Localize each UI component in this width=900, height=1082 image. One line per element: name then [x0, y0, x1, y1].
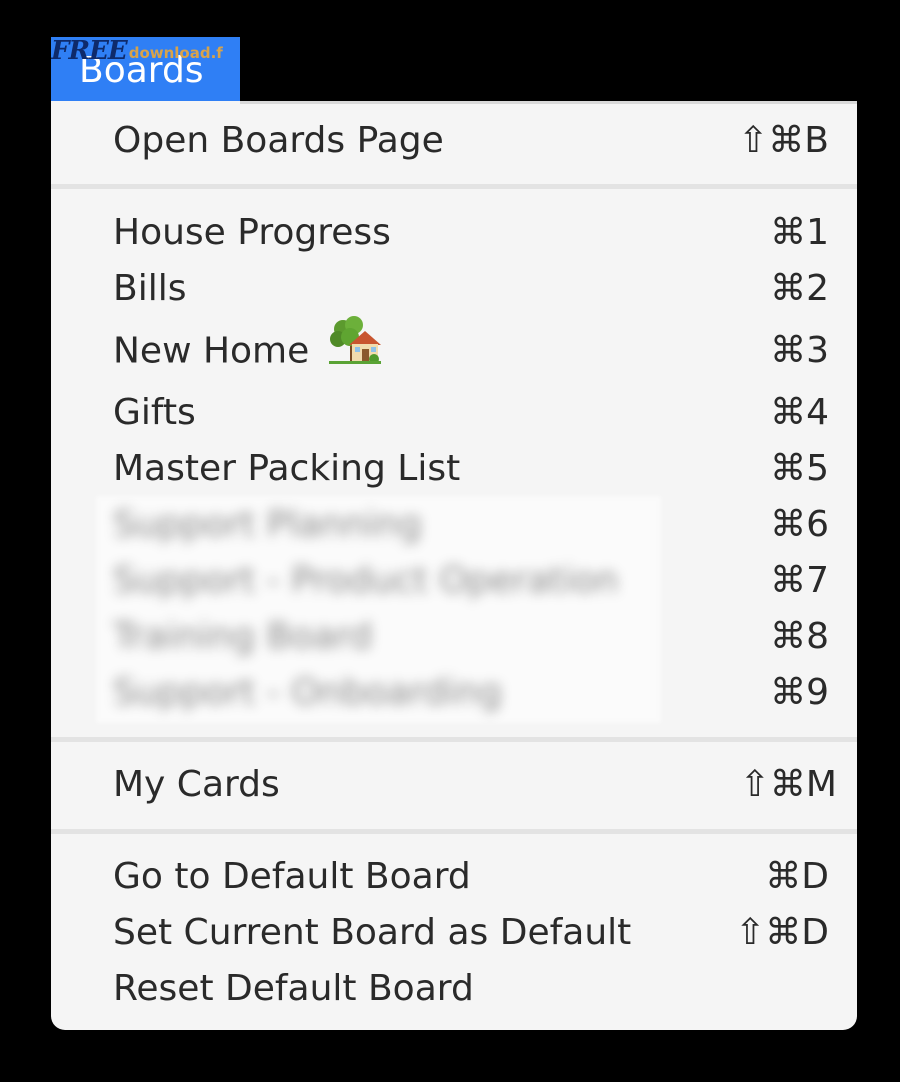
menu-item-reset-default-board[interactable]: Reset Default Board — [51, 961, 857, 1017]
menu-item-open-boards-page[interactable]: Open Boards Page ⇧⌘B — [51, 113, 857, 169]
menu-item-board-8[interactable]: Training Board ⌘8 — [51, 609, 857, 665]
menu-item-label: New Home — [113, 330, 310, 372]
menu-item-label: Go to Default Board — [113, 856, 471, 897]
menu-item-shortcut: ⌘8 — [770, 616, 829, 657]
menu-item-master-packing-list[interactable]: Master Packing List ⌘5 — [51, 441, 857, 497]
menu-item-board-9[interactable]: Support - Onboarding ⌘9 — [51, 665, 857, 721]
menu-item-shortcut: ⌘D — [765, 856, 829, 897]
menu-item-board-7[interactable]: Support - Product Operation ⌘7 — [51, 553, 857, 609]
menu-item-shortcut: ⇧⌘D — [735, 912, 829, 953]
menu-item-bills[interactable]: Bills ⌘2 — [51, 261, 857, 317]
menubar-boards-title[interactable]: Boards — [51, 37, 240, 101]
menu-item-gifts[interactable]: Gifts ⌘4 — [51, 385, 857, 441]
menu-item-label-obscured: Training Board — [113, 616, 373, 657]
menu-item-label: Gifts — [113, 392, 196, 433]
menu-item-set-current-board-as-default[interactable]: Set Current Board as Default ⇧⌘D — [51, 905, 857, 961]
house-with-garden-icon — [328, 315, 381, 382]
menu-item-board-6[interactable]: Support Planning ⌘6 — [51, 497, 857, 553]
menu-separator — [51, 184, 857, 189]
menu-item-house-progress[interactable]: House Progress ⌘1 — [51, 205, 857, 261]
menu-item-label-obscured: Support - Product Operation — [113, 560, 619, 601]
menu-item-label: Set Current Board as Default — [113, 912, 632, 953]
menu-item-label-wrap: New Home — [113, 316, 381, 382]
menu-item-label: Reset Default Board — [113, 968, 474, 1009]
menu-item-shortcut: ⌘3 — [770, 330, 829, 371]
boards-dropdown-menu: Open Boards Page ⇧⌘B House Progress ⌘1 B… — [51, 101, 857, 1030]
menu-item-my-cards[interactable]: My Cards ⇧⌘M — [51, 757, 857, 813]
menu-item-shortcut: ⌘4 — [770, 392, 829, 433]
menu-item-label: Bills — [113, 268, 187, 309]
menu-item-shortcut: ⌘1 — [770, 212, 829, 253]
menubar-title-label: Boards — [79, 50, 204, 91]
menu-item-shortcut: ⌘7 — [770, 560, 829, 601]
menu-item-shortcut: ⌘5 — [770, 448, 829, 489]
menu-item-go-to-default-board[interactable]: Go to Default Board ⌘D — [51, 849, 857, 905]
menu-item-new-home[interactable]: New Home ⌘3 — [51, 316, 857, 382]
menu-item-shortcut: ⌘9 — [770, 672, 829, 713]
menu-item-label: My Cards — [113, 764, 280, 805]
menu-item-shortcut: ⌘2 — [770, 268, 829, 309]
menu-item-shortcut: ⌘6 — [770, 504, 829, 545]
menu-item-shortcut: ⇧⌘M — [739, 764, 837, 805]
menu-item-label-obscured: Support - Onboarding — [113, 672, 502, 713]
menu-item-shortcut: ⇧⌘B — [738, 120, 829, 161]
menu-separator — [51, 737, 857, 742]
menu-item-label: House Progress — [113, 212, 391, 253]
menu-separator — [51, 829, 857, 834]
menu-item-label: Open Boards Page — [113, 120, 444, 161]
menu-top-border — [240, 101, 857, 104]
menu-item-label: Master Packing List — [113, 448, 461, 489]
menu-item-label-obscured: Support Planning — [113, 504, 422, 545]
